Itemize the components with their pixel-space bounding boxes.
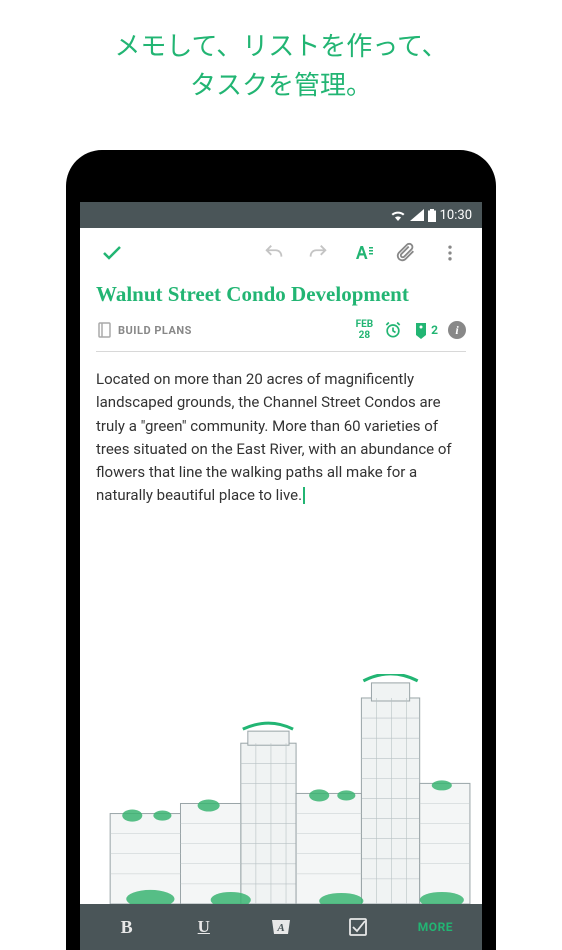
svg-text:A: A [276, 922, 284, 934]
promo-line-2: タスクを管理。 [190, 71, 372, 101]
note-meta-row: BUILD PLANS FEB 28 2 i [96, 319, 466, 352]
highlight-button[interactable]: A [242, 904, 319, 950]
battery-icon [428, 209, 436, 222]
format-toolbar: B U A MORE [80, 904, 482, 950]
tag-count: 2 [431, 323, 438, 337]
underline-button[interactable]: U [165, 904, 242, 950]
tags-button[interactable]: 2 [413, 321, 438, 339]
done-button[interactable] [94, 235, 130, 271]
info-button[interactable]: i [448, 321, 466, 339]
promo-headline: メモして、リストを作って、 タスクを管理。 [0, 0, 562, 126]
text-format-button[interactable] [344, 235, 380, 271]
date-day: 28 [356, 330, 374, 341]
attachment-button[interactable] [388, 235, 424, 271]
status-bar: 10:30 [80, 202, 482, 228]
notebook-name: BUILD PLANS [118, 324, 192, 337]
note-title[interactable]: Walnut Street Condo Development [96, 278, 466, 319]
tag-icon [413, 321, 429, 339]
bold-button[interactable]: B [88, 904, 165, 950]
promo-line-1: メモして、リストを作って、 [114, 32, 447, 62]
note-body-text: Located on more than 20 acres of magnifi… [96, 370, 452, 504]
notebook-selector[interactable]: BUILD PLANS [96, 322, 192, 338]
editor-toolbar [80, 228, 482, 278]
note-body[interactable]: Located on more than 20 acres of magnifi… [96, 352, 466, 524]
date-month: FEB [356, 319, 374, 330]
more-formatting-button[interactable]: MORE [397, 904, 474, 950]
phone-frame: 10:30 [66, 150, 496, 950]
overflow-menu-button[interactable] [432, 235, 468, 271]
signal-icon [410, 209, 424, 221]
checklist-button[interactable] [320, 904, 397, 950]
wifi-icon [390, 209, 406, 221]
note-content: Walnut Street Condo Development BUILD PL… [80, 278, 482, 524]
notebook-icon [96, 322, 112, 338]
screen: 10:30 [80, 202, 482, 950]
redo-button[interactable] [300, 235, 336, 271]
note-illustration [80, 674, 482, 904]
reminder-date[interactable]: FEB 28 [356, 319, 374, 341]
text-cursor [303, 487, 305, 504]
alarm-icon[interactable] [383, 320, 403, 340]
status-time: 10:30 [440, 208, 472, 223]
undo-button[interactable] [256, 235, 292, 271]
